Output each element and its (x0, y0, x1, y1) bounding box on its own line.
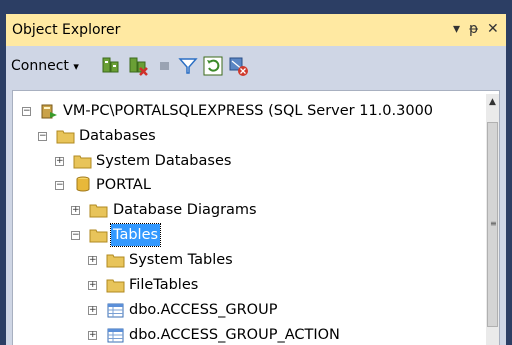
tree-label-database-diagrams: Database Diagrams (113, 202, 257, 218)
connect-label: Connect (11, 58, 69, 74)
tree-label-system-tables: System Tables (129, 252, 233, 268)
toolbar: Connect ▾ (6, 46, 506, 86)
expand-icon[interactable]: + (88, 331, 97, 340)
expand-icon[interactable]: + (88, 281, 97, 290)
scroll-thumb[interactable]: ≡ (487, 122, 498, 327)
filter-icon[interactable] (177, 55, 199, 77)
tree-label-filetables: FileTables (129, 277, 199, 293)
folder-icon (73, 155, 92, 169)
tree-node-filetables[interactable]: + FileTables (13, 274, 483, 296)
tree-label-server: VM-PC\PORTALSQLEXPRESS (SQL Server 11.0.… (63, 103, 434, 119)
tree-label-portal: PORTAL (96, 177, 151, 193)
title-bar: Object Explorer ▾ ᵽ ✕ (6, 14, 506, 46)
database-server-icon (41, 104, 57, 119)
tree-node-server[interactable]: − VM-PC\PORTALSQLEXPRESS (SQL Server 11.… (13, 100, 483, 122)
tree-node-system-databases[interactable]: + System Databases (13, 150, 483, 172)
connect-button[interactable]: Connect ▾ (11, 57, 79, 76)
table-icon (107, 328, 124, 343)
folder-icon (106, 279, 125, 293)
disconnect-icon[interactable] (127, 55, 149, 77)
collapse-icon[interactable]: − (22, 107, 31, 116)
expand-icon[interactable]: + (88, 306, 97, 315)
pin-button[interactable]: ᵽ (469, 21, 478, 37)
close-button[interactable]: ✕ (487, 21, 499, 37)
refresh-icon[interactable] (202, 55, 224, 77)
tree-label-system-databases: System Databases (96, 153, 232, 169)
database-icon (76, 176, 90, 192)
panel-title: Object Explorer (12, 22, 121, 38)
start-powershell-icon[interactable] (227, 55, 249, 77)
folder-icon (89, 204, 108, 218)
tree-node-system-tables[interactable]: + System Tables (13, 249, 483, 271)
object-explorer-window: Object Explorer ▾ ᵽ ✕ Connect ▾ − VM-PC\… (6, 14, 506, 345)
collapse-icon[interactable]: − (55, 181, 64, 190)
collapse-icon[interactable]: − (71, 231, 80, 240)
chevron-down-icon: ▾ (73, 60, 79, 73)
table-icon (107, 303, 124, 318)
tree-label-databases: Databases (79, 128, 156, 144)
scroll-up-arrow-icon[interactable]: ▲ (487, 95, 498, 109)
stop-icon[interactable] (154, 55, 176, 77)
object-tree: − VM-PC\PORTALSQLEXPRESS (SQL Server 11.… (12, 90, 500, 345)
tree-node-access-group[interactable]: + dbo.ACCESS_GROUP (13, 299, 483, 321)
folder-icon (56, 130, 75, 144)
connect-object-explorer-icon[interactable] (100, 55, 122, 77)
tree-node-access-group-action[interactable]: + dbo.ACCESS_GROUP_ACTION (13, 324, 483, 345)
tree-label-access-group: dbo.ACCESS_GROUP (129, 302, 278, 318)
window-menu-button[interactable]: ▾ (453, 21, 460, 37)
tree-node-portal[interactable]: − PORTAL (13, 174, 483, 196)
grip-icon: ≡ (490, 219, 497, 228)
tree-node-databases[interactable]: − Databases (13, 125, 483, 147)
collapse-icon[interactable]: − (38, 132, 47, 141)
expand-icon[interactable]: + (71, 206, 80, 215)
expand-icon[interactable]: + (55, 157, 64, 166)
vertical-scrollbar[interactable]: ▲ ≡ (486, 94, 499, 345)
tree-node-database-diagrams[interactable]: + Database Diagrams (13, 199, 483, 221)
expand-icon[interactable]: + (88, 256, 97, 265)
folder-icon (106, 254, 125, 268)
folder-icon (89, 229, 108, 243)
tree-node-tables[interactable]: − Tables (13, 223, 483, 247)
tree-label-access-group-action: dbo.ACCESS_GROUP_ACTION (129, 327, 340, 343)
tree-label-tables: Tables (109, 223, 162, 247)
